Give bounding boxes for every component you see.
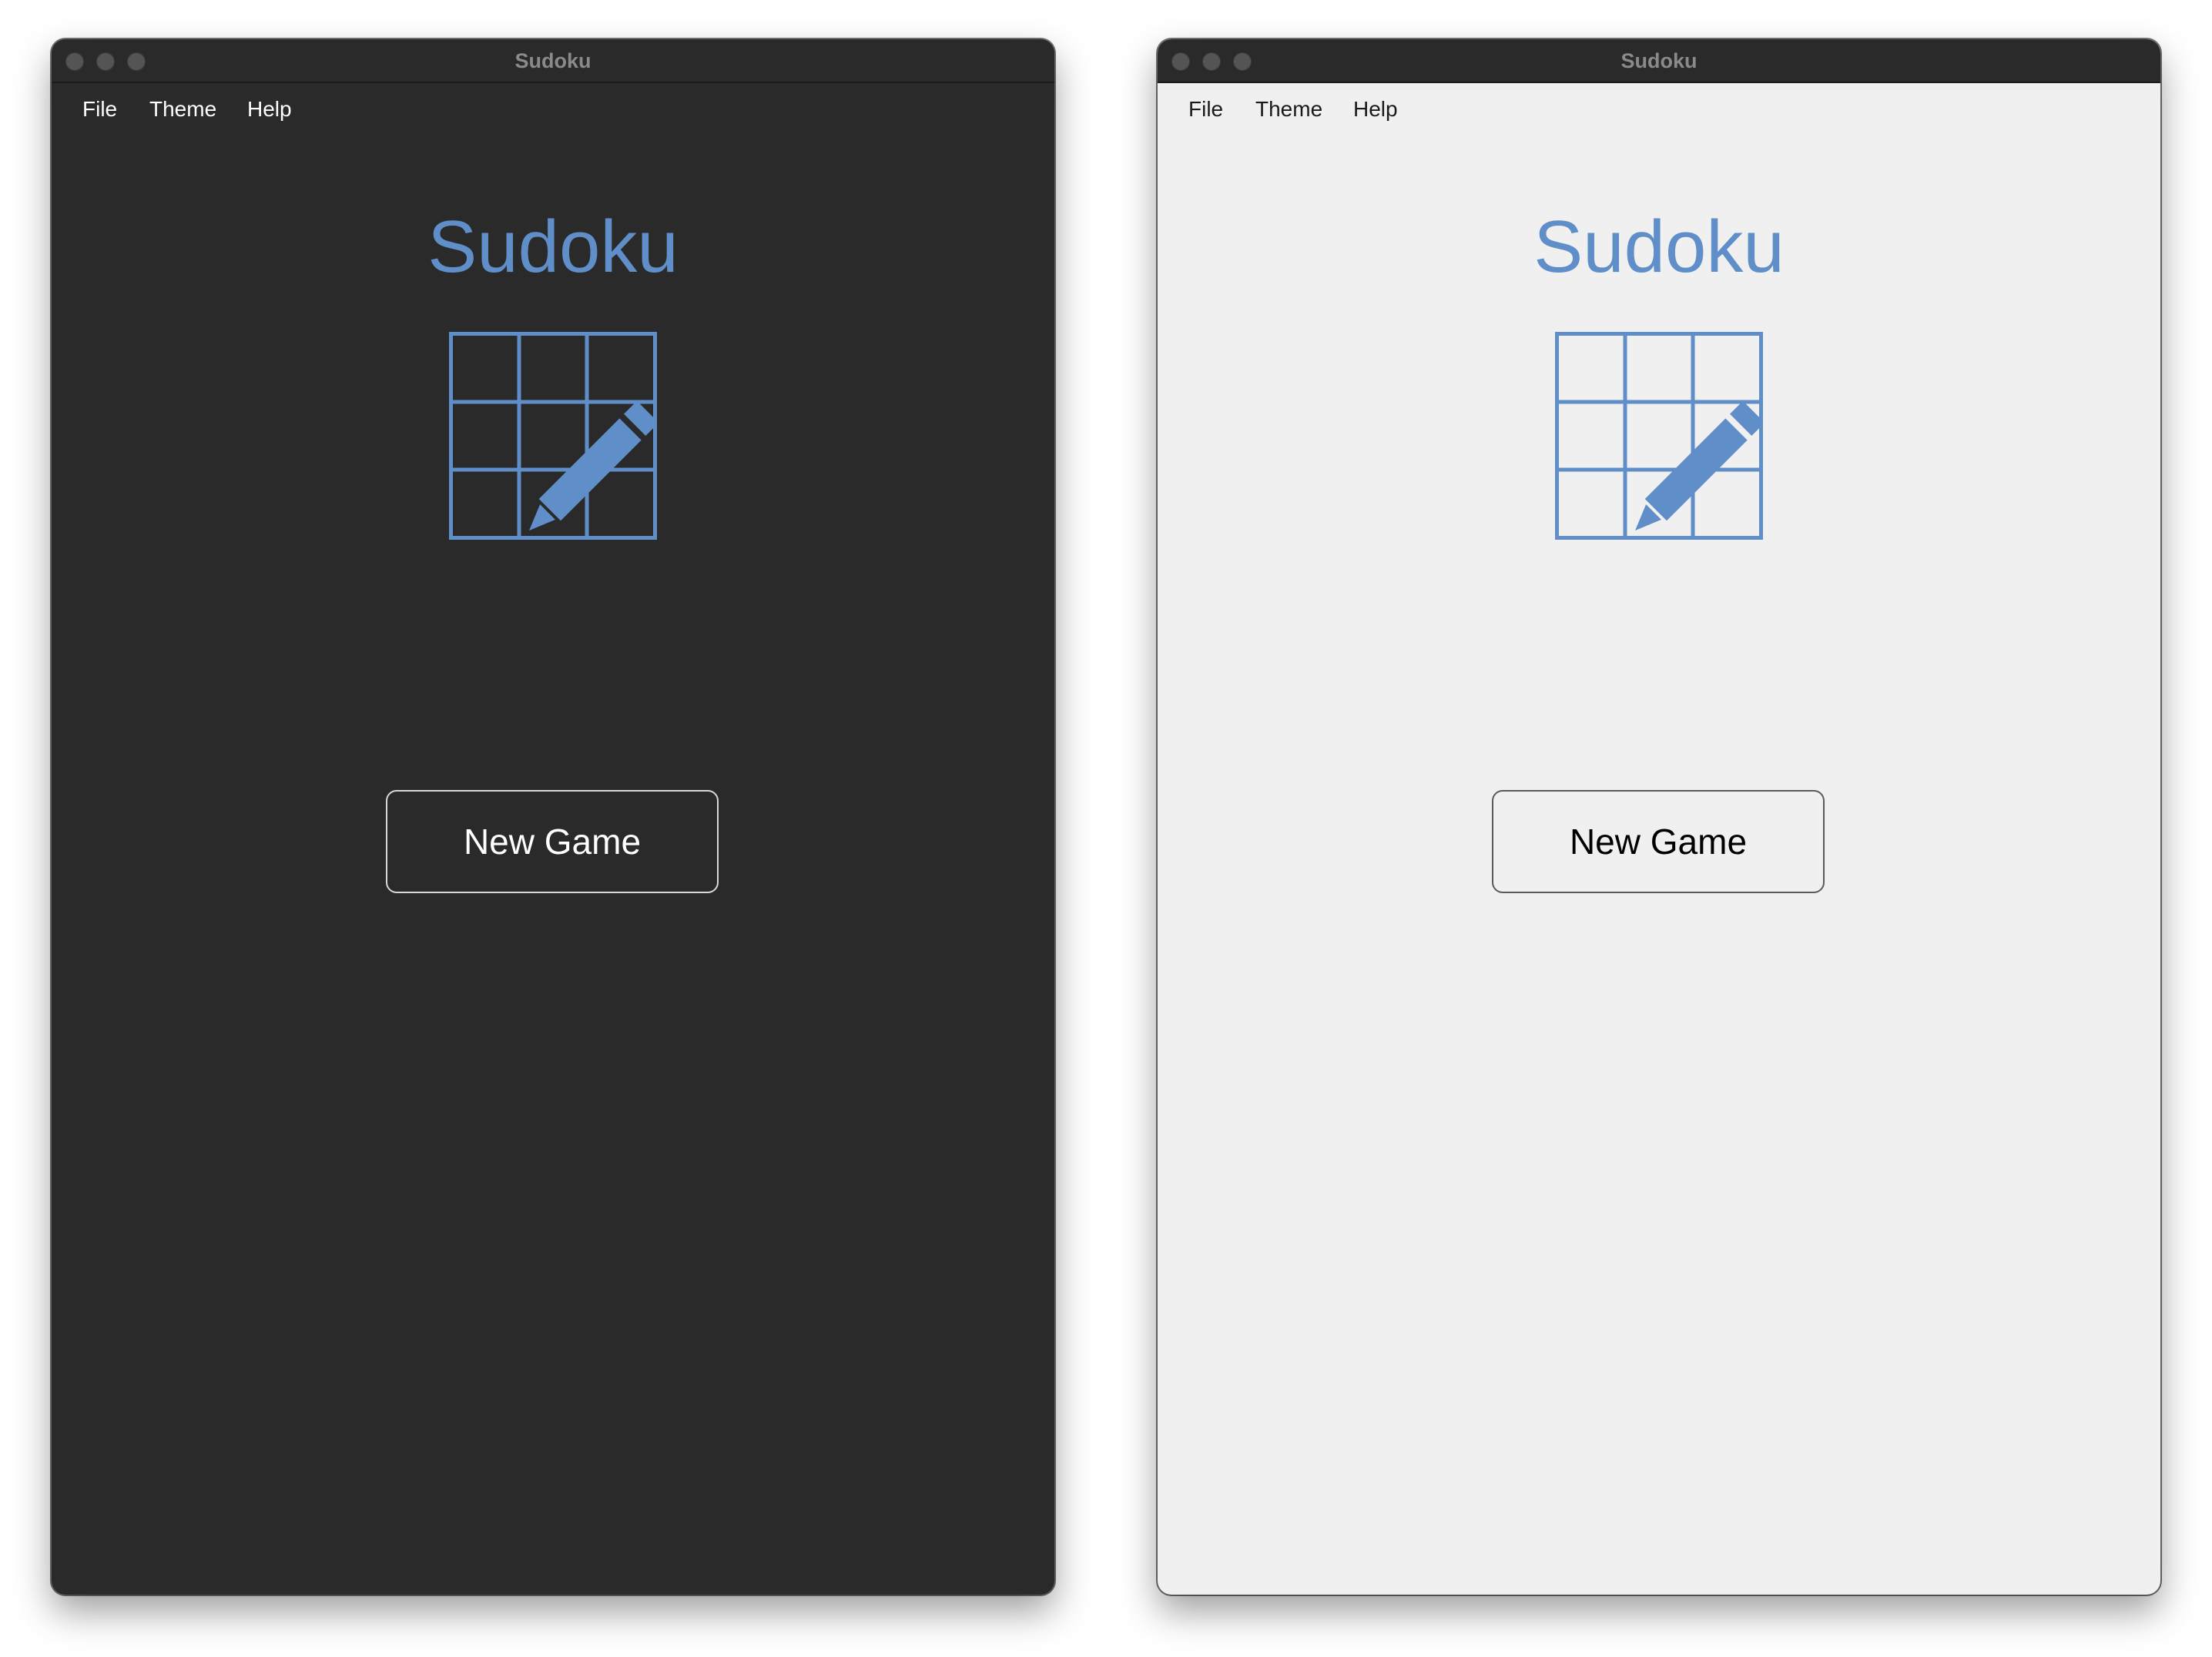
sudoku-grid-pencil-icon <box>449 332 657 540</box>
menu-help[interactable]: Help <box>247 97 292 122</box>
menu-bar: File Theme Help <box>52 83 1054 129</box>
sudoku-window-dark: Sudoku File Theme Help Sudoku New Game <box>52 39 1054 1595</box>
menu-file[interactable]: File <box>1188 97 1223 122</box>
window-title: Sudoku <box>514 49 592 72</box>
menu-theme[interactable]: Theme <box>149 97 216 122</box>
menu-bar: File Theme Help <box>1158 83 2160 129</box>
menu-help[interactable]: Help <box>1353 97 1398 122</box>
menu-file[interactable]: File <box>82 97 117 122</box>
new-game-button[interactable]: New Game <box>386 790 719 893</box>
title-bar[interactable]: Sudoku <box>52 39 1054 83</box>
app-title: Sudoku <box>1533 206 1785 288</box>
sudoku-window-light: Sudoku File Theme Help Sudoku New Game <box>1158 39 2160 1595</box>
app-title: Sudoku <box>427 206 679 288</box>
menu-theme[interactable]: Theme <box>1255 97 1322 122</box>
window-title: Sudoku <box>1620 49 1698 72</box>
new-game-button[interactable]: New Game <box>1492 790 1825 893</box>
sudoku-grid-pencil-icon <box>1555 332 1763 540</box>
title-bar[interactable]: Sudoku <box>1158 39 2160 83</box>
